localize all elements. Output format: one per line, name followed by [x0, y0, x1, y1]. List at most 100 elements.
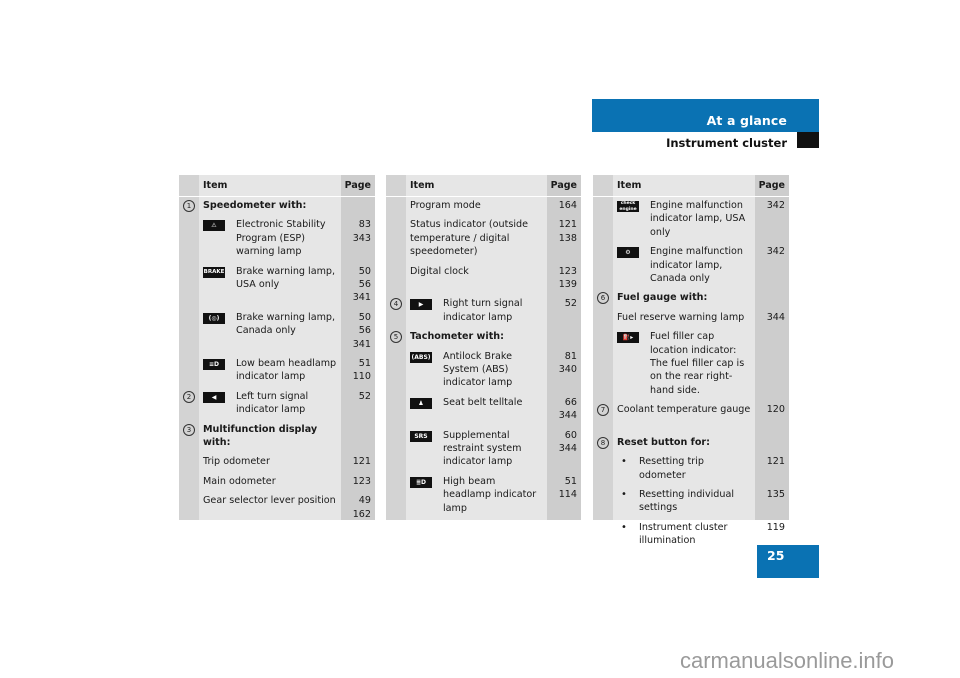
section-header-band: At a glance	[592, 99, 819, 132]
table-row: Gear selector lever position 49 162	[179, 493, 375, 521]
table-row: ⚠ Electronic Stability Program (ESP) warn…	[179, 217, 375, 258]
page-reference[interactable]: 123	[353, 475, 371, 488]
page-reference[interactable]: 120	[767, 403, 785, 416]
page-reference[interactable]: 121 138	[559, 218, 577, 245]
page-reference[interactable]: 49 162	[353, 494, 371, 521]
table-row: 5 Tachometer with:	[386, 329, 581, 344]
page-reference[interactable]: 52	[565, 297, 577, 310]
seat-belt-icon: ♟	[410, 397, 432, 409]
item-label: Engine malfunction indicator lamp, USA o…	[650, 200, 746, 238]
item-label: Digital clock	[410, 265, 469, 277]
table-row: Digital clock 123 139	[386, 264, 581, 292]
reference-table-2: Item Page Program mode 164 Status indicato…	[386, 175, 581, 520]
page-reference[interactable]: 66 344	[559, 396, 577, 423]
left-turn-signal-icon: ◀	[203, 391, 225, 403]
column-header-page: Page	[758, 180, 785, 191]
item-label: Resetting individual settings	[639, 488, 735, 514]
check-engine-icon: check engine	[617, 201, 639, 212]
item-label: Reset button for:	[617, 436, 711, 448]
item-number-marker: 8	[597, 436, 609, 449]
table-row: 3 Multifunction display with:	[179, 422, 375, 450]
reference-table-3: Item Page check engine Engine malfunction…	[593, 175, 789, 546]
low-beam-icon: ≡D	[203, 359, 225, 370]
page-reference[interactable]: 51 110	[353, 357, 371, 384]
abs-icon: (ABS)	[410, 351, 432, 363]
item-label: High beam headlamp indicator lamp	[443, 475, 537, 514]
item-number-marker: 3	[183, 423, 195, 436]
item-label: Multifunction display with:	[203, 423, 318, 449]
table-row: ♟ Seat belt telltale 66 344	[386, 395, 581, 423]
page-reference[interactable]: 50 56 341	[353, 311, 371, 351]
page-reference[interactable]: 164	[559, 199, 577, 212]
fuel-filler-icon: ⛽▸	[617, 332, 639, 344]
item-label: Left turn signal indicator lamp	[236, 390, 309, 416]
brake-canada-icon: (◎)	[203, 312, 225, 324]
table-rows: 1 Speedometer with: ⚠ Electronic Stability …	[179, 198, 375, 526]
table-row: • Instrument cluster illumination 119	[593, 520, 789, 548]
table-row: ≡D Low beam headlamp indicator lamp 51 110	[179, 356, 375, 384]
page-reference[interactable]: 81 340	[559, 350, 577, 377]
table-row: 1 Speedometer with:	[179, 198, 375, 212]
table-header: Item Page	[593, 175, 789, 197]
item-label: Low beam headlamp indicator lamp	[236, 358, 337, 383]
page-reference[interactable]: 60 344	[559, 429, 577, 456]
item-number-marker: 6	[597, 292, 609, 305]
item-label: Resetting trip odometer	[639, 456, 704, 481]
table-row: BRAKE Brake warning lamp, USA only 50 56 3…	[179, 264, 375, 305]
row-spacer	[593, 417, 789, 435]
table-row: Trip odometer 121	[179, 454, 375, 468]
page-reference[interactable]: 83 343	[353, 218, 371, 245]
item-label: Status indicator (outside temperature / …	[410, 219, 529, 258]
subsection-title: Instrument cluster	[666, 136, 787, 150]
item-label: Seat belt telltale	[443, 396, 523, 408]
item-number-marker: 7	[597, 404, 609, 417]
table-rows: Program mode 164 Status indicator (outside…	[386, 198, 581, 520]
page-number: 25	[767, 548, 785, 563]
page-reference[interactable]: 52	[359, 390, 371, 403]
item-number-marker: 4	[390, 298, 402, 311]
reference-table-1: Item Page 1 Speedometer with: ⚠ Electronic …	[179, 175, 375, 520]
item-label: Engine malfunction indicator lamp, Canad…	[650, 246, 744, 285]
page-reference[interactable]: 51 114	[559, 475, 577, 502]
page-reference[interactable]: 50 56 341	[353, 265, 371, 305]
watermark[interactable]: carmanualsonline.info	[680, 648, 894, 674]
item-number-marker: 2	[183, 390, 195, 403]
bullet-icon: •	[621, 456, 627, 468]
engine-canada-icon: ⚙	[617, 247, 639, 259]
item-label: Fuel gauge with:	[617, 292, 708, 304]
item-label: Gear selector lever position	[203, 495, 336, 507]
table-row: 2 ◀ Left turn signal indicator lamp 52	[179, 389, 375, 417]
table-row: (ABS) Antilock Brake System (ABS) indicat…	[386, 349, 581, 390]
item-label: Antilock Brake System (ABS) indicator la…	[443, 350, 513, 389]
page-reference[interactable]: 119	[767, 521, 785, 534]
table-row: check engine Engine malfunction indicator…	[593, 198, 789, 239]
item-label: Tachometer with:	[410, 331, 504, 343]
item-label: Fuel filler cap location indicator: The …	[650, 331, 745, 396]
table-row: ≣D High beam headlamp indicator lamp 51 11…	[386, 474, 581, 515]
page-number-box: 25	[757, 545, 819, 578]
page-reference[interactable]: 123 139	[559, 265, 577, 292]
brake-usa-icon: BRAKE	[203, 266, 225, 278]
row-spacer	[386, 515, 581, 520]
bullet-icon: •	[621, 521, 627, 533]
item-number-marker: 1	[183, 200, 195, 212]
page-reference[interactable]: 342	[767, 245, 785, 258]
table-row: Program mode 164	[386, 198, 581, 212]
column-header-page: Page	[550, 180, 577, 191]
table-row: 6 Fuel gauge with:	[593, 290, 789, 305]
page-reference[interactable]: 344	[767, 311, 785, 324]
table-rows: check engine Engine malfunction indicator…	[593, 198, 789, 553]
page-reference[interactable]: 121	[353, 455, 371, 468]
item-label: Instrument cluster illumination	[639, 521, 728, 547]
item-label: Speedometer with:	[203, 200, 307, 211]
page-reference[interactable]: 121	[767, 455, 785, 468]
item-label: Electronic Stability Program (ESP) warni…	[236, 219, 326, 258]
item-label: Brake warning lamp, USA only	[236, 265, 336, 291]
item-label: Main odometer	[203, 475, 276, 487]
item-label: Coolant temperature gauge	[617, 404, 751, 416]
page-reference[interactable]: 342	[767, 199, 785, 212]
table-row: • Resetting individual settings 135	[593, 487, 789, 515]
item-label: Program mode	[410, 200, 481, 211]
table-row: Main odometer 123	[179, 474, 375, 488]
page-reference[interactable]: 135	[767, 488, 785, 501]
